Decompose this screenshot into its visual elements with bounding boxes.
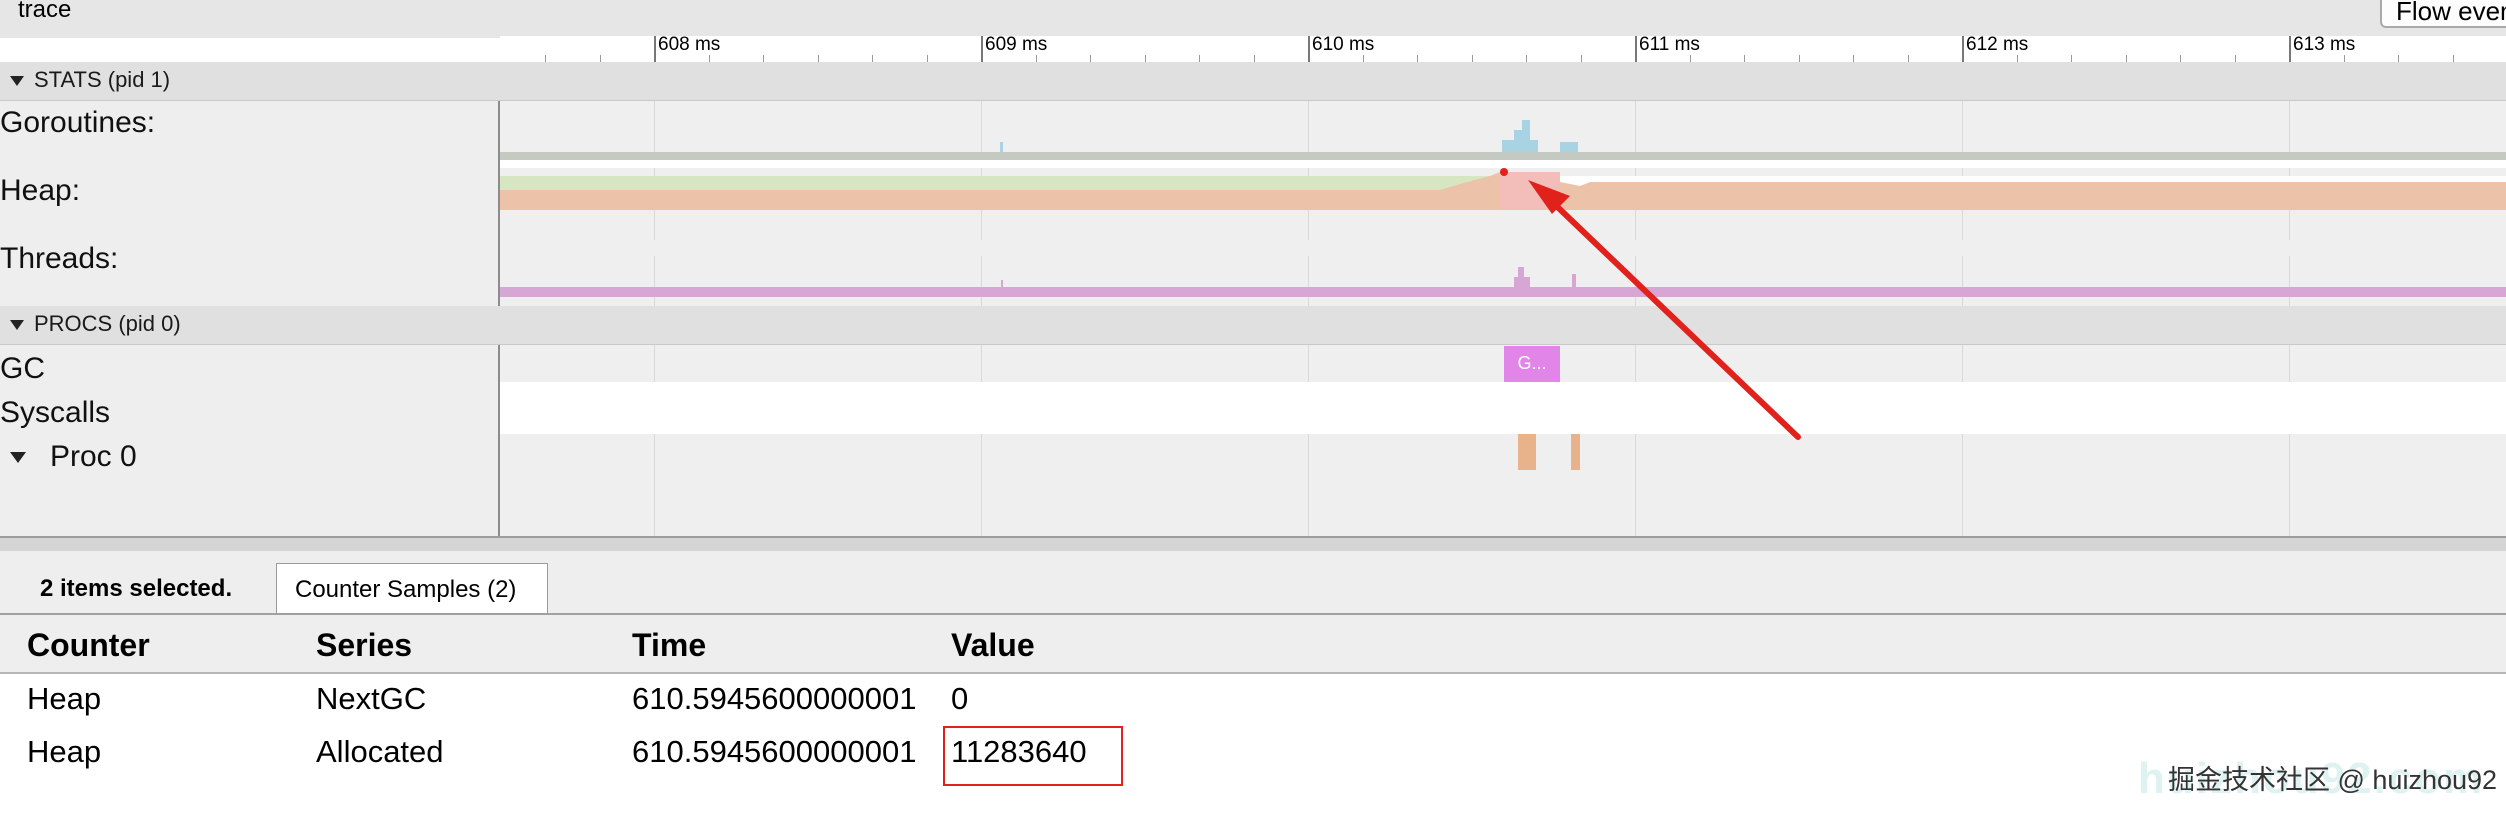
heap-counter-graph[interactable] <box>500 166 2506 214</box>
gridline <box>1308 62 1309 536</box>
track-label-threads: Threads: <box>0 242 119 275</box>
table-cell-time: 610.5945600000001 <box>632 734 917 769</box>
threads-counter-spike[interactable] <box>1572 274 1576 287</box>
threads-counter-spike[interactable] <box>1001 280 1003 287</box>
ruler-subtick <box>2126 55 2127 62</box>
ruler-subtick <box>1417 55 1418 62</box>
ruler-subtick <box>1526 55 1527 62</box>
ruler-tick <box>654 36 656 62</box>
ruler-subtick <box>927 55 928 62</box>
gridline <box>1962 62 1963 536</box>
ruler-subtick <box>1090 55 1091 62</box>
ruler-subtick <box>2344 55 2345 62</box>
gc-slice[interactable]: G... <box>1504 346 1560 382</box>
track-separator <box>500 240 2506 256</box>
table-cell-counter: Heap <box>27 734 102 769</box>
ruler-subtick <box>818 55 819 62</box>
ruler-tick-label: 611 ms <box>1639 34 1700 55</box>
column-header-series[interactable]: Series <box>316 627 412 664</box>
table-cell-series: NextGC <box>316 681 427 716</box>
ruler-subtick <box>872 55 873 62</box>
ruler-tick <box>981 36 983 62</box>
goroutines-counter-spike[interactable] <box>1560 142 1578 152</box>
watermark: 掘金技术社区 @ huizhou92 <box>2168 765 2498 795</box>
tab-counter-samples[interactable]: Counter Samples (2) <box>276 563 548 613</box>
trace-tab-label[interactable]: trace <box>18 0 71 24</box>
ruler-subtick <box>2017 55 2018 62</box>
collapse-triangle-icon[interactable] <box>10 76 24 86</box>
proc-slice[interactable] <box>1571 434 1580 470</box>
ruler-tick <box>1962 36 1964 62</box>
proc-slice[interactable] <box>1518 434 1536 470</box>
ruler-subtick <box>1036 55 1037 62</box>
table-cell-counter: Heap <box>27 681 102 716</box>
ruler-subtick <box>1254 55 1255 62</box>
goroutines-counter-spike[interactable] <box>1522 120 1530 152</box>
ruler-subtick <box>600 55 601 62</box>
ruler-subtick <box>1853 55 1854 62</box>
selection-summary: 2 items selected. <box>40 575 233 602</box>
ruler-subtick <box>1363 55 1364 62</box>
value-highlight-box <box>943 726 1123 786</box>
ruler-subtick <box>763 55 764 62</box>
ruler-tick <box>2289 36 2291 62</box>
ruler-tick-label: 609 ms <box>985 34 1048 55</box>
gridline <box>654 62 655 536</box>
syscalls-track-bg <box>500 382 2506 434</box>
ruler-subtick <box>2235 55 2236 62</box>
collapse-triangle-icon[interactable] <box>10 320 24 330</box>
ruler-subtick <box>1690 55 1691 62</box>
column-header-counter[interactable]: Counter <box>27 627 150 664</box>
heap-sample-marker <box>1500 168 1508 176</box>
ruler-tick-label: 612 ms <box>1966 34 2029 55</box>
threads-counter-spike[interactable] <box>1514 277 1530 287</box>
ruler-tick-label: 610 ms <box>1312 34 1375 55</box>
heap-selected-samples <box>1500 172 1560 210</box>
ruler-subtick <box>2453 55 2454 62</box>
track-label-goroutines: Goroutines: <box>0 106 156 139</box>
ruler-subtick <box>2398 55 2399 62</box>
table-cell-time: 610.5945600000001 <box>632 681 917 716</box>
ruler-subtick <box>1744 55 1745 62</box>
goroutines-counter-spike[interactable] <box>1000 142 1003 152</box>
column-header-value[interactable]: Value <box>951 627 1035 664</box>
ruler-tick <box>1308 36 1310 62</box>
time-ruler[interactable]: 608 ms 609 ms 610 ms 611 ms 612 ms 613 m… <box>500 34 2506 63</box>
ruler-subtick <box>709 55 710 62</box>
ruler-subtick <box>2180 55 2181 62</box>
ruler-tick-label: 613 ms <box>2293 34 2356 55</box>
ruler-subtick <box>1799 55 1800 62</box>
table-cell-value: 0 <box>951 681 969 716</box>
ruler-subtick <box>1472 55 1473 62</box>
gridline <box>2289 62 2290 536</box>
ruler-subtick <box>1581 55 1582 62</box>
ruler-tick-label: 608 ms <box>658 34 721 55</box>
ruler-subtick <box>1908 55 1909 62</box>
track-label-syscalls: Syscalls <box>0 396 111 429</box>
timeline-area[interactable]: G... <box>500 62 2506 536</box>
track-label-heap: Heap: <box>0 174 81 207</box>
gridline <box>1635 62 1636 536</box>
threads-counter-bar[interactable] <box>500 287 2506 297</box>
procs-group-header[interactable]: PROCS (pid 0) <box>0 306 2506 345</box>
track-label-proc0[interactable]: Proc 0 <box>50 440 137 474</box>
ruler-tick <box>1635 36 1637 62</box>
stats-group-label: STATS (pid 1) <box>34 67 171 92</box>
stats-group-header[interactable]: STATS (pid 1) <box>0 62 2506 101</box>
ruler-subtick <box>1145 55 1146 62</box>
ruler-subtick <box>2071 55 2072 62</box>
column-header-time[interactable]: Time <box>632 627 706 664</box>
gridline <box>981 62 982 536</box>
table-cell-series: Allocated <box>316 734 444 769</box>
goroutines-counter-bar[interactable] <box>500 152 2506 160</box>
ruler-subtick <box>1199 55 1200 62</box>
collapse-triangle-icon[interactable] <box>10 452 26 463</box>
ruler-subtick <box>545 55 546 62</box>
procs-group-label: PROCS (pid 0) <box>34 311 181 336</box>
flow-events-button[interactable]: Flow events <box>2380 0 2506 28</box>
track-label-gc: GC <box>0 352 45 385</box>
top-bar <box>0 0 2506 38</box>
